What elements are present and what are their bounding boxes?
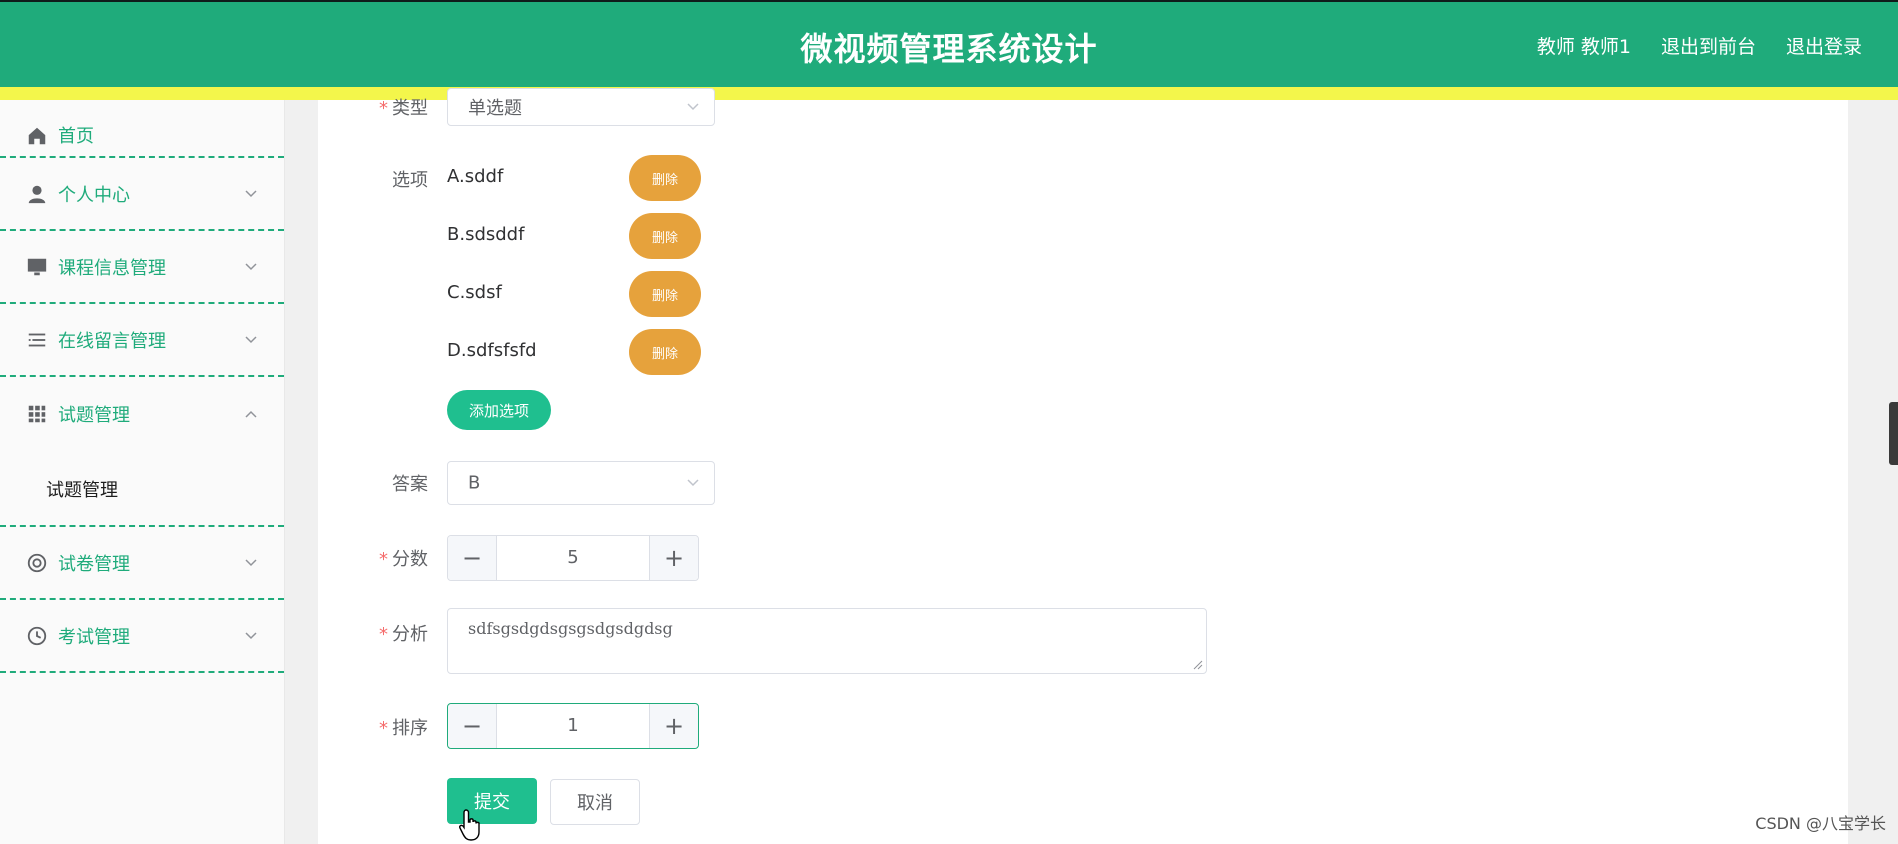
chevron-down-icon (245, 189, 257, 197)
score-decrement-button[interactable]: − (448, 536, 497, 580)
monitor-icon (27, 258, 47, 275)
option-text-d: D.sdfsfsfd (447, 340, 537, 361)
top-header: 微视频管理系统设计 教师 教师1 退出到前台 退出登录 (0, 0, 1898, 87)
lifebuoy-icon (27, 553, 47, 572)
analysis-textarea[interactable]: sdfsgsdgdsgsgsdgsdgdsg (447, 608, 1207, 674)
sidebar-item-label: 个人中心 (58, 184, 130, 206)
analysis-label: * 分析 (379, 624, 428, 645)
delete-option-c-button[interactable]: 删除 (629, 271, 701, 317)
answer-select[interactable]: B (447, 461, 715, 505)
order-increment-button[interactable]: + (649, 704, 698, 748)
chevron-down-icon (245, 335, 257, 343)
sidebar-subitem-label: 试题管理 (46, 480, 118, 501)
delete-option-d-button[interactable]: 删除 (629, 329, 701, 375)
chevron-down-icon (687, 103, 699, 111)
home-icon (28, 127, 46, 145)
score-label: * 分数 (379, 549, 428, 570)
answer-label: 答案 (392, 474, 428, 495)
cancel-button[interactable]: 取消 (550, 779, 640, 825)
delete-option-b-button[interactable]: 删除 (629, 213, 701, 259)
chevron-up-icon (245, 410, 257, 418)
option-text-a: A.sddf (447, 166, 504, 187)
chevron-down-icon (245, 262, 257, 270)
sidebar-item-home[interactable]: 首页 (0, 100, 284, 158)
add-option-button[interactable]: 添加选项 (447, 390, 551, 430)
option-text-b: B.sdsddf (447, 224, 525, 245)
score-increment-button[interactable]: + (649, 536, 698, 580)
sidebar-item-personal-center[interactable]: 个人中心 (0, 158, 284, 231)
sidebar-item-exam-papers[interactable]: 试卷管理 (0, 527, 284, 600)
sidebar-item-exams[interactable]: 考试管理 (0, 600, 284, 673)
sidebar: 首页 个人中心 课程信息管理 在线留言管理 试题管理 试题管理 试卷管理 考试管… (0, 100, 285, 844)
score-value[interactable]: 5 (496, 536, 650, 580)
sidebar-item-label: 首页 (58, 126, 94, 147)
sidebar-item-questions[interactable]: 试题管理 (0, 377, 284, 450)
analysis-text: sdfsgsdgdsgsgsdgsdgdsg (468, 619, 673, 638)
order-decrement-button[interactable]: − (448, 704, 497, 748)
answer-select-value: B (468, 472, 481, 494)
sidebar-item-label: 试题管理 (58, 404, 130, 426)
chevron-down-icon (245, 631, 257, 639)
chevron-down-icon (245, 558, 257, 566)
header-links: 教师 教师1 退出到前台 退出登录 (1537, 32, 1862, 59)
option-text-c: C.sdsf (447, 282, 502, 303)
order-label: * 排序 (379, 718, 428, 739)
sidebar-item-course-info[interactable]: 课程信息管理 (0, 231, 284, 304)
header-accent-strip (0, 87, 1898, 100)
grid-icon (28, 405, 46, 422)
type-select[interactable]: 单选题 (447, 88, 715, 126)
sidebar-item-label: 试卷管理 (58, 553, 130, 575)
chevron-down-icon (687, 479, 699, 487)
logout-link[interactable]: 退出登录 (1786, 32, 1862, 59)
watermark-text: CSDN @八宝学长 (1755, 814, 1886, 833)
sidebar-subitem-question-management[interactable]: 试题管理 (0, 450, 284, 527)
score-stepper[interactable]: − 5 + (447, 535, 699, 581)
options-label: 选项 (392, 170, 428, 191)
sidebar-item-label: 在线留言管理 (58, 330, 166, 352)
order-value[interactable]: 1 (496, 704, 650, 748)
user-role-link[interactable]: 教师 教师1 (1537, 32, 1631, 59)
hand-cursor-icon (459, 809, 480, 841)
type-select-value: 单选题 (468, 98, 522, 119)
sidebar-item-messages[interactable]: 在线留言管理 (0, 304, 284, 377)
type-label: * 类型 (379, 98, 428, 119)
resize-grip-icon[interactable] (1193, 660, 1203, 670)
exit-to-frontend-link[interactable]: 退出到前台 (1661, 32, 1756, 59)
sidebar-item-label: 考试管理 (58, 626, 130, 648)
user-icon (28, 185, 46, 203)
clock-icon (27, 626, 47, 645)
order-stepper[interactable]: − 1 + (447, 703, 699, 749)
question-edit-form: * 类型 单选题 选项 A.sddf 删除 B.sdsddf 删除 C.sdsf … (318, 88, 1848, 844)
list-icon (28, 333, 46, 346)
delete-option-a-button[interactable]: 删除 (629, 155, 701, 201)
sidebar-item-label: 课程信息管理 (58, 257, 166, 279)
page-scrollbar-thumb[interactable] (1889, 402, 1898, 465)
